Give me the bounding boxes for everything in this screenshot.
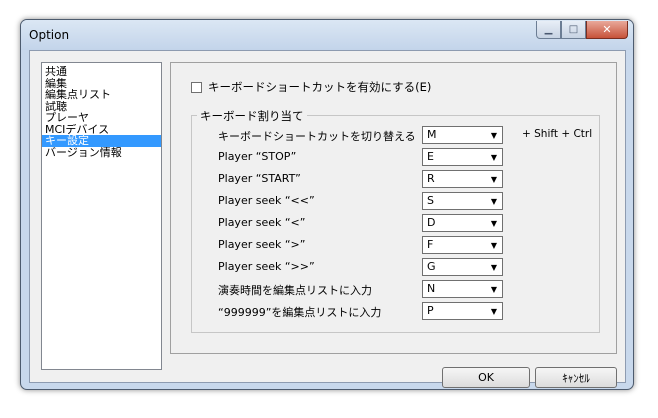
minimize-icon: ▁: [544, 24, 553, 35]
key-select[interactable]: P ▼: [422, 302, 503, 320]
key-assign-label: Player “STOP”: [218, 150, 297, 163]
key-select-value: N: [427, 282, 436, 295]
dropdown-arrow-icon[interactable]: ▼: [487, 304, 501, 318]
key-assign-label: “999999”を編集点リストに入力: [218, 306, 382, 319]
option-dialog: Option ▁ □ ✕ 共通 編集 編集点リスト 試聴 プレーヤ MCIデバイス キー設定…: [20, 19, 634, 390]
key-select[interactable]: D ▼: [422, 214, 503, 232]
minimize-button[interactable]: ▁: [536, 21, 561, 39]
key-assign-row: Player seek “>>” G ▼: [192, 258, 601, 276]
dropdown-arrow-icon[interactable]: ▼: [487, 194, 501, 208]
title-bar[interactable]: Option ▁ □ ✕: [21, 20, 633, 50]
key-assign-label: 演奏時間を編集点リストに入力: [218, 284, 372, 297]
key-select[interactable]: M ▼: [422, 126, 503, 144]
dropdown-arrow-icon[interactable]: ▼: [487, 172, 501, 186]
key-select[interactable]: F ▼: [422, 236, 503, 254]
dropdown-arrow-icon[interactable]: ▼: [487, 282, 501, 296]
maximize-button[interactable]: □: [561, 21, 586, 39]
key-settings-panel: キーボードショートカットを有効にする(E) キーボード割り当て キーボードショー…: [170, 62, 617, 354]
ok-button[interactable]: OK: [442, 367, 530, 388]
dropdown-arrow-icon[interactable]: ▼: [487, 238, 501, 252]
enable-shortcuts-label: キーボードショートカットを有効にする(E): [208, 80, 432, 94]
sidebar-item[interactable]: MCIデバイス: [42, 124, 161, 136]
key-select-value: E: [427, 150, 434, 163]
key-select-value: G: [427, 260, 436, 273]
key-select[interactable]: R ▼: [422, 170, 503, 188]
key-assign-row: “999999”を編集点リストに入力 P ▼: [192, 302, 601, 320]
close-icon: ✕: [602, 23, 612, 36]
key-select-value: S: [427, 194, 434, 207]
key-assign-group: キーボード割り当て キーボードショートカットを切り替える M ▼ + Shift + …: [191, 108, 601, 333]
dropdown-arrow-icon[interactable]: ▼: [487, 128, 501, 142]
cancel-button[interactable]: ｷｬﾝｾﾙ: [535, 367, 617, 388]
dropdown-arrow-icon[interactable]: ▼: [487, 260, 501, 274]
sidebar-item[interactable]: プレーヤ: [42, 112, 161, 124]
key-assign-row: Player seek “<<” S ▼: [192, 192, 601, 210]
close-button[interactable]: ✕: [586, 21, 628, 39]
key-assign-row: Player seek “>” F ▼: [192, 236, 601, 254]
key-assign-label: Player seek “<”: [218, 216, 306, 229]
sidebar-item[interactable]: 編集点リスト: [42, 89, 161, 101]
key-assign-title: キーボード割り当て: [197, 108, 307, 124]
key-select[interactable]: E ▼: [422, 148, 503, 166]
key-assign-row: キーボードショートカットを切り替える M ▼ + Shift + Ctrl: [192, 126, 601, 144]
enable-shortcuts-checkbox[interactable]: [191, 81, 202, 93]
key-assign-row: Player “START” R ▼: [192, 170, 601, 188]
key-select[interactable]: N ▼: [422, 280, 503, 298]
key-assign-row: 演奏時間を編集点リストに入力 N ▼: [192, 280, 601, 298]
sidebar-item[interactable]: 編集: [42, 78, 161, 90]
key-assign-label: Player “START”: [218, 172, 301, 185]
key-select-value: F: [427, 238, 434, 251]
sidebar-item[interactable]: 共通: [42, 66, 161, 78]
dropdown-arrow-icon[interactable]: ▼: [487, 150, 501, 164]
key-assign-label: Player seek “>”: [218, 238, 306, 251]
key-assign-label: キーボードショートカットを切り替える: [218, 130, 416, 143]
key-select-value: R: [427, 172, 435, 185]
key-assign-label: Player seek “>>”: [218, 260, 315, 273]
key-assign-row: Player “STOP” E ▼: [192, 148, 601, 166]
sidebar-item[interactable]: 試聴: [42, 101, 161, 113]
sidebar-item[interactable]: キー設定: [42, 135, 161, 147]
modifier-label: + Shift + Ctrl: [522, 128, 593, 140]
enable-shortcuts-option[interactable]: キーボードショートカットを有効にする(E): [191, 79, 431, 95]
dropdown-arrow-icon[interactable]: ▼: [487, 216, 501, 230]
maximize-icon: □: [568, 24, 579, 35]
key-select[interactable]: S ▼: [422, 192, 503, 210]
dialog-client-area: 共通 編集 編集点リスト 試聴 プレーヤ MCIデバイス キー設定 バージョン情報 キーボード…: [29, 50, 626, 388]
window-title: Option: [29, 28, 70, 42]
key-select[interactable]: G ▼: [422, 258, 503, 276]
key-select-value: P: [427, 304, 434, 317]
sidebar-item[interactable]: バージョン情報: [42, 147, 161, 159]
key-assign-label: Player seek “<<”: [218, 194, 315, 207]
caption-buttons: ▁ □ ✕: [536, 21, 628, 40]
category-list[interactable]: 共通 編集 編集点リスト 試聴 プレーヤ MCIデバイス キー設定 バージョン情報: [41, 62, 162, 370]
key-assign-row: Player seek “<” D ▼: [192, 214, 601, 232]
key-select-value: M: [427, 128, 437, 141]
key-select-value: D: [427, 216, 436, 229]
